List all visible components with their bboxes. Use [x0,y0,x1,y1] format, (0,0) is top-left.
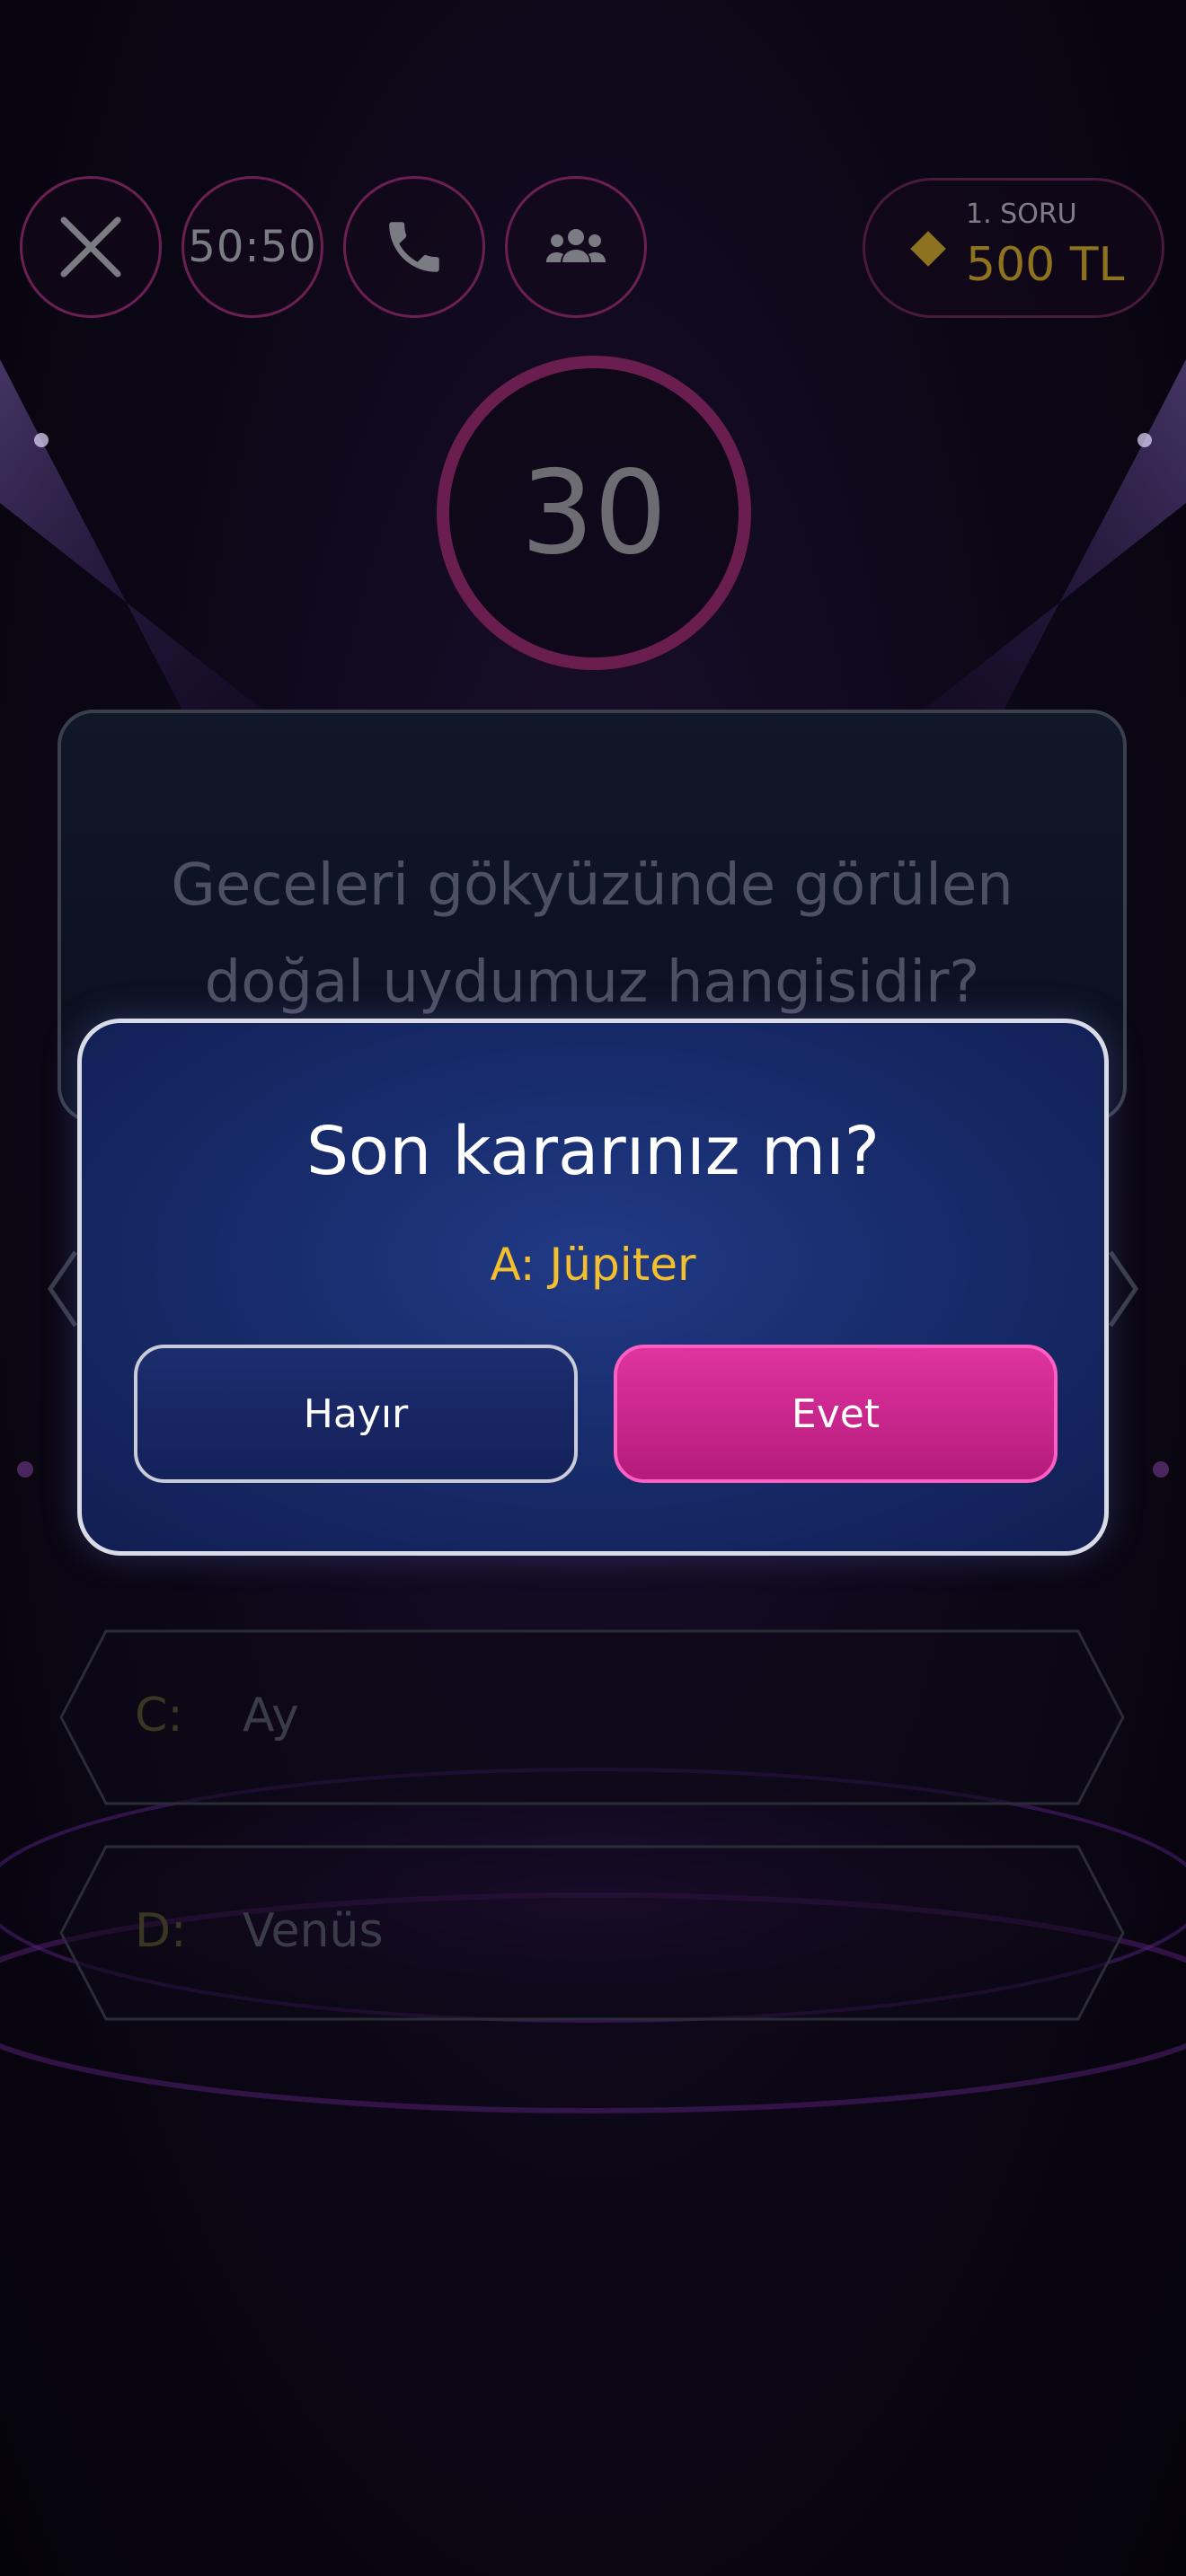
audience-icon [546,229,606,262]
answer-option-d[interactable]: D: Venüs [59,1845,1125,2021]
ask-audience-button[interactable] [505,176,647,318]
yes-button[interactable]: Evet [614,1345,1058,1483]
diamond-icon [910,231,946,267]
answer-text: Venüs [243,1904,384,1958]
dialog-title: Son kararınız mı? [305,1113,881,1190]
answer-option-c[interactable]: C: Ay [59,1629,1125,1805]
fifty-fifty-button[interactable]: 50:50 [181,176,323,318]
question-text: Geceleri gökyüzünde görülen doğal uydumu… [171,852,1013,1016]
question-number-label: 1. SORU [966,198,1077,230]
answer-frame [59,1845,1125,2021]
right-arrow-icon [1108,1250,1139,1328]
prize-indicator: 1. SORU 500 TL [863,178,1164,318]
phone-friend-button[interactable] [343,176,485,318]
answer-text: Ay [243,1689,299,1742]
timer-value: 30 [520,446,668,580]
answer-frame [59,1629,1125,1805]
answer-letter: C: [135,1689,183,1742]
answer-letter: D: [135,1904,187,1958]
close-button[interactable] [20,176,162,318]
close-icon [60,216,121,278]
phone-icon [389,222,439,272]
selected-answer: A: Jüpiter [490,1239,696,1291]
fifty-fifty-label: 50:50 [188,222,317,272]
prize-value: 500 TL [966,238,1125,292]
confirm-dialog: Son kararınız mı? A: Jüpiter Hayır Evet [77,1019,1109,1556]
no-button[interactable]: Hayır [134,1345,578,1483]
countdown-timer: 30 [437,356,751,670]
left-arrow-icon [47,1250,78,1328]
